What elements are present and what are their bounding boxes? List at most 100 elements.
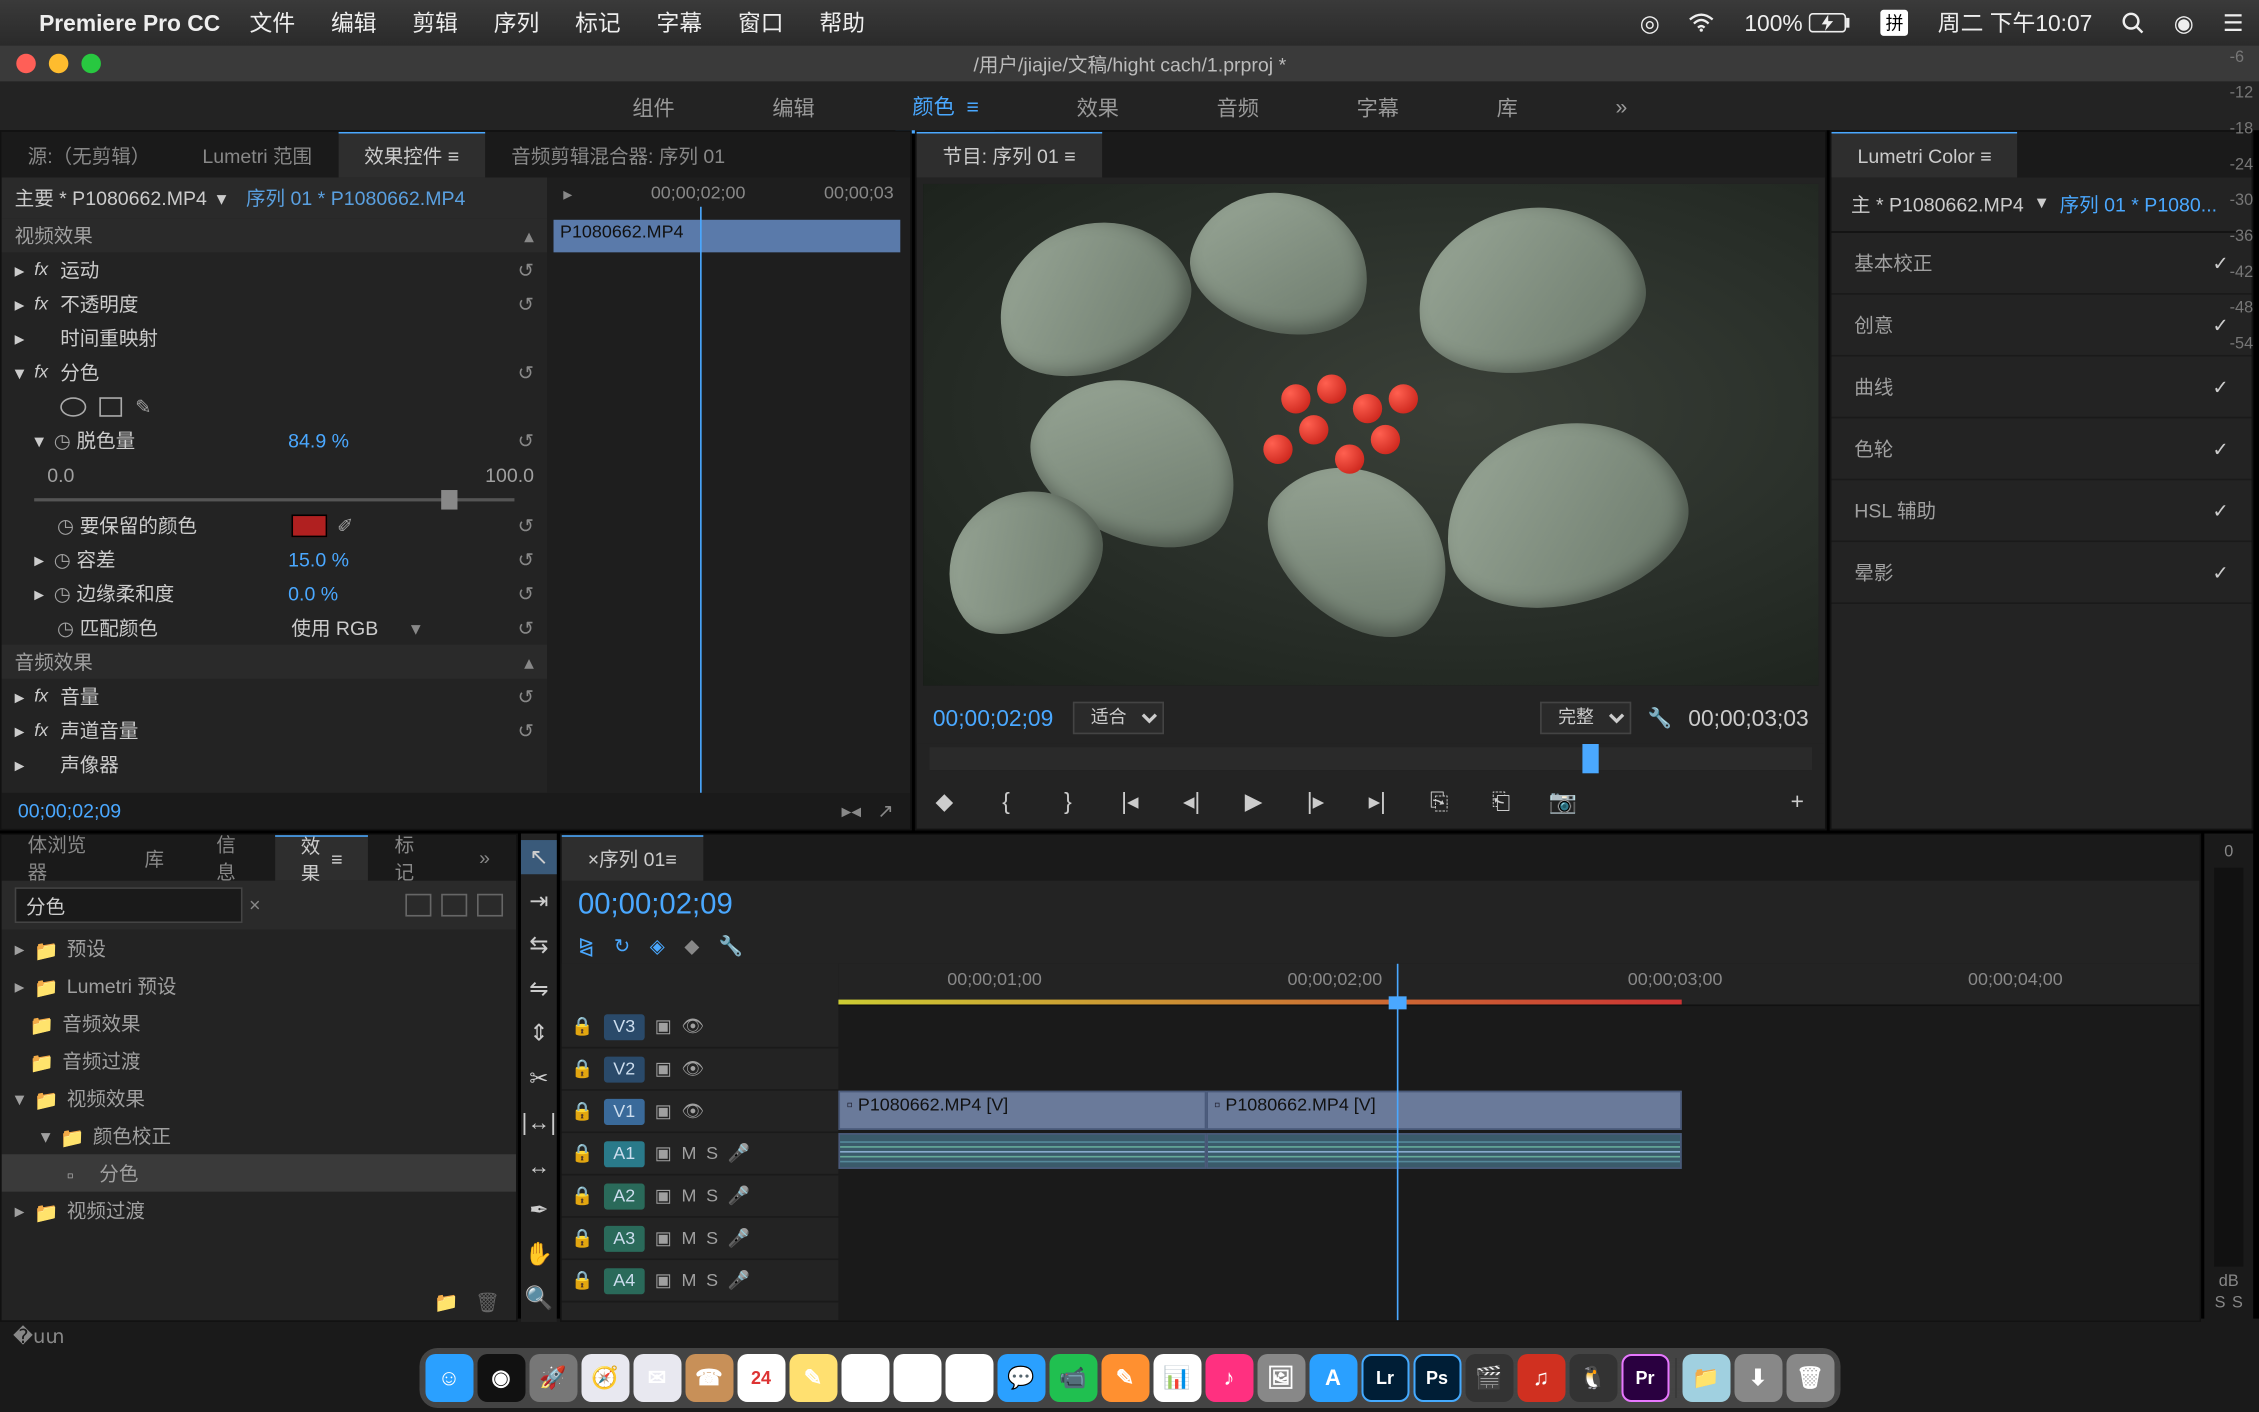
mini-tl-clip[interactable]: P1080662.MP4 [554, 220, 901, 253]
lumetri-color-wheels[interactable]: 色轮✓ [1832, 418, 2252, 480]
dock-app-maps[interactable]: 🗺 [893, 1354, 941, 1402]
dock-app-numbers[interactable]: 📊 [1153, 1354, 1201, 1402]
reset-icon[interactable]: ↺ [518, 616, 534, 639]
workspace-audio[interactable]: 音频 [1200, 81, 1275, 131]
track-header-v1[interactable]: 🔒V1▣👁 [562, 1091, 839, 1133]
selection-tool-icon[interactable]: ↖ [521, 840, 557, 874]
cc-home-icon[interactable]: �ստ [13, 1325, 64, 1348]
track-header-v3[interactable]: 🔒V3▣👁 [562, 1006, 839, 1048]
mini-tl-playhead[interactable] [699, 207, 701, 793]
accel-fx-icon[interactable] [405, 894, 431, 917]
ripple-tool-icon[interactable]: ⇆ [521, 928, 557, 962]
param-color-to-leave[interactable]: ◷要保留的颜色✐↺ [2, 508, 547, 542]
mic-icon[interactable]: 🎤 [728, 1228, 750, 1249]
program-zoom-select[interactable]: 适合 [1073, 702, 1164, 735]
step-back-icon[interactable]: ◂| [1177, 786, 1206, 815]
workspace-libraries[interactable]: 库 [1480, 81, 1534, 131]
tree-video-effects[interactable]: ▾📁视频效果 [2, 1079, 516, 1116]
dock-app-siri[interactable]: ◉ [477, 1354, 525, 1402]
timeline-timecode[interactable]: 00;00;02;09 [578, 887, 2183, 921]
dock-app-photoshop[interactable]: Ps [1413, 1354, 1461, 1402]
track-header-a4[interactable]: 🔒A4▣MS🎤 [562, 1260, 839, 1302]
collapse-icon[interactable]: ▴ [524, 650, 534, 673]
fx-channel-volume[interactable]: ▸fx声道音量↺ [2, 713, 547, 747]
tree-presets[interactable]: ▸📁预设 [2, 930, 516, 967]
track-select-tool-icon[interactable]: ⇥ [521, 884, 557, 918]
close-window-button[interactable] [16, 54, 36, 74]
reset-icon[interactable]: ↺ [518, 361, 534, 384]
tree-video-transitions[interactable]: ▸📁视频过渡 [2, 1192, 516, 1229]
check-icon[interactable]: ✓ [2212, 313, 2228, 336]
hand-tool-icon[interactable]: ✋ [521, 1237, 557, 1271]
goto-out-icon[interactable]: ▸| [1363, 786, 1392, 815]
mark-in-icon[interactable]: ◆ [930, 786, 959, 815]
clear-search-icon[interactable]: × [249, 894, 260, 917]
razor-tool-icon[interactable]: ✂ [521, 1061, 557, 1095]
tab-media-browser[interactable]: 体浏览器 [2, 835, 119, 881]
eye-icon[interactable]: 👁 [681, 1016, 704, 1037]
workspace-color[interactable]: 颜色 ≡ [896, 79, 995, 133]
reset-icon[interactable]: ↺ [518, 429, 534, 452]
tree-lumetri-presets[interactable]: ▸📁Lumetri 预设 [2, 967, 516, 1004]
fx-panner[interactable]: ▸声像器 [2, 747, 547, 781]
menu-marker[interactable]: 标记 [575, 7, 621, 40]
eye-icon[interactable]: 👁 [681, 1058, 704, 1079]
clock[interactable]: 周二 下午10:07 [1938, 7, 2093, 40]
minimize-window-button[interactable] [49, 54, 69, 74]
reset-icon[interactable]: ↺ [518, 685, 534, 708]
tl-marker-icon[interactable]: ◆ [684, 934, 699, 957]
tab-sequence[interactable]: × 序列 01 ≡ [562, 835, 703, 881]
dock-app-lightroom[interactable]: Lr [1361, 1354, 1409, 1402]
goto-in-icon[interactable]: |◂ [1115, 786, 1144, 815]
tab-lumetri-scopes[interactable]: Lumetri 范围 [176, 132, 338, 178]
add-button-icon[interactable]: + [1783, 786, 1812, 815]
32bit-fx-icon[interactable] [441, 894, 467, 917]
dock-app-facetime[interactable]: 📹 [1049, 1354, 1097, 1402]
lock-icon[interactable]: 🔒 [571, 1143, 593, 1164]
tab-program[interactable]: 节目: 序列 01 ≡ [917, 132, 1102, 178]
param-tolerance[interactable]: ▸◷容差15.0 %↺ [2, 542, 547, 576]
linked-selection-icon[interactable]: ↻ [614, 934, 630, 957]
slide-tool-icon[interactable]: ↔ [521, 1149, 557, 1183]
tree-color-correction[interactable]: ▾📁颜色校正 [2, 1117, 516, 1154]
dock-app-qq[interactable]: 🐧 [1569, 1354, 1617, 1402]
dock-app-pages[interactable]: ✎ [1101, 1354, 1149, 1402]
tab-info[interactable]: 信息 [190, 835, 275, 881]
workspace-editing[interactable]: 编辑 [756, 81, 831, 131]
tab-overflow[interactable]: » [453, 835, 516, 881]
out-point-icon[interactable]: } [1053, 786, 1082, 815]
dock-app-trash[interactable]: 🗑 [1786, 1354, 1834, 1402]
eyedropper-icon[interactable]: ✐ [337, 514, 353, 537]
ec-timecode[interactable]: 00;00;02;09 [18, 799, 121, 822]
menu-sequence[interactable]: 序列 [494, 7, 540, 40]
lock-icon[interactable]: 🔒 [571, 1228, 593, 1249]
lock-icon[interactable]: 🔒 [571, 1058, 593, 1079]
pen-mask-icon[interactable]: ✎ [135, 395, 151, 418]
program-scrubber[interactable] [930, 747, 1812, 770]
dock-app-messages[interactable]: 💬 [997, 1354, 1045, 1402]
pen-tool-icon[interactable]: ✒ [521, 1193, 557, 1227]
dock-app-fcpx[interactable]: 🎬 [1465, 1354, 1513, 1402]
workspace-assembly[interactable]: 组件 [616, 81, 691, 131]
mic-icon[interactable]: 🎤 [728, 1185, 750, 1206]
zoom-tool-icon[interactable]: 🔍 [521, 1281, 557, 1315]
menu-file[interactable]: 文件 [250, 7, 296, 40]
effects-search-input[interactable] [15, 887, 243, 923]
rate-stretch-tool-icon[interactable]: ⇕ [521, 1016, 557, 1050]
track-header-a2[interactable]: 🔒A2▣MS🎤 [562, 1175, 839, 1217]
menu-title[interactable]: 字幕 [657, 7, 703, 40]
extract-icon[interactable]: ⎗ [1486, 786, 1515, 815]
lift-icon[interactable]: ⎘ [1425, 786, 1454, 815]
check-icon[interactable]: ✓ [2212, 375, 2228, 398]
wifi-icon[interactable] [1689, 13, 1715, 33]
check-icon[interactable]: ✓ [2212, 561, 2228, 584]
lock-icon[interactable]: 🔒 [571, 1101, 593, 1122]
dock-app-itunes[interactable]: ♪ [1205, 1354, 1253, 1402]
dock-app-preview[interactable]: 🖼 [1257, 1354, 1305, 1402]
program-resolution-select[interactable]: 完整 [1540, 702, 1631, 735]
tl-settings-icon[interactable]: 🔧 [719, 934, 743, 957]
dock-app-mail[interactable]: ✉ [633, 1354, 681, 1402]
param-match-colors[interactable]: ◷匹配颜色使用 RGB▾↺ [2, 611, 547, 645]
reset-icon[interactable]: ↺ [518, 258, 534, 281]
fx-leave-color[interactable]: ▾fx分色↺ [2, 355, 547, 389]
